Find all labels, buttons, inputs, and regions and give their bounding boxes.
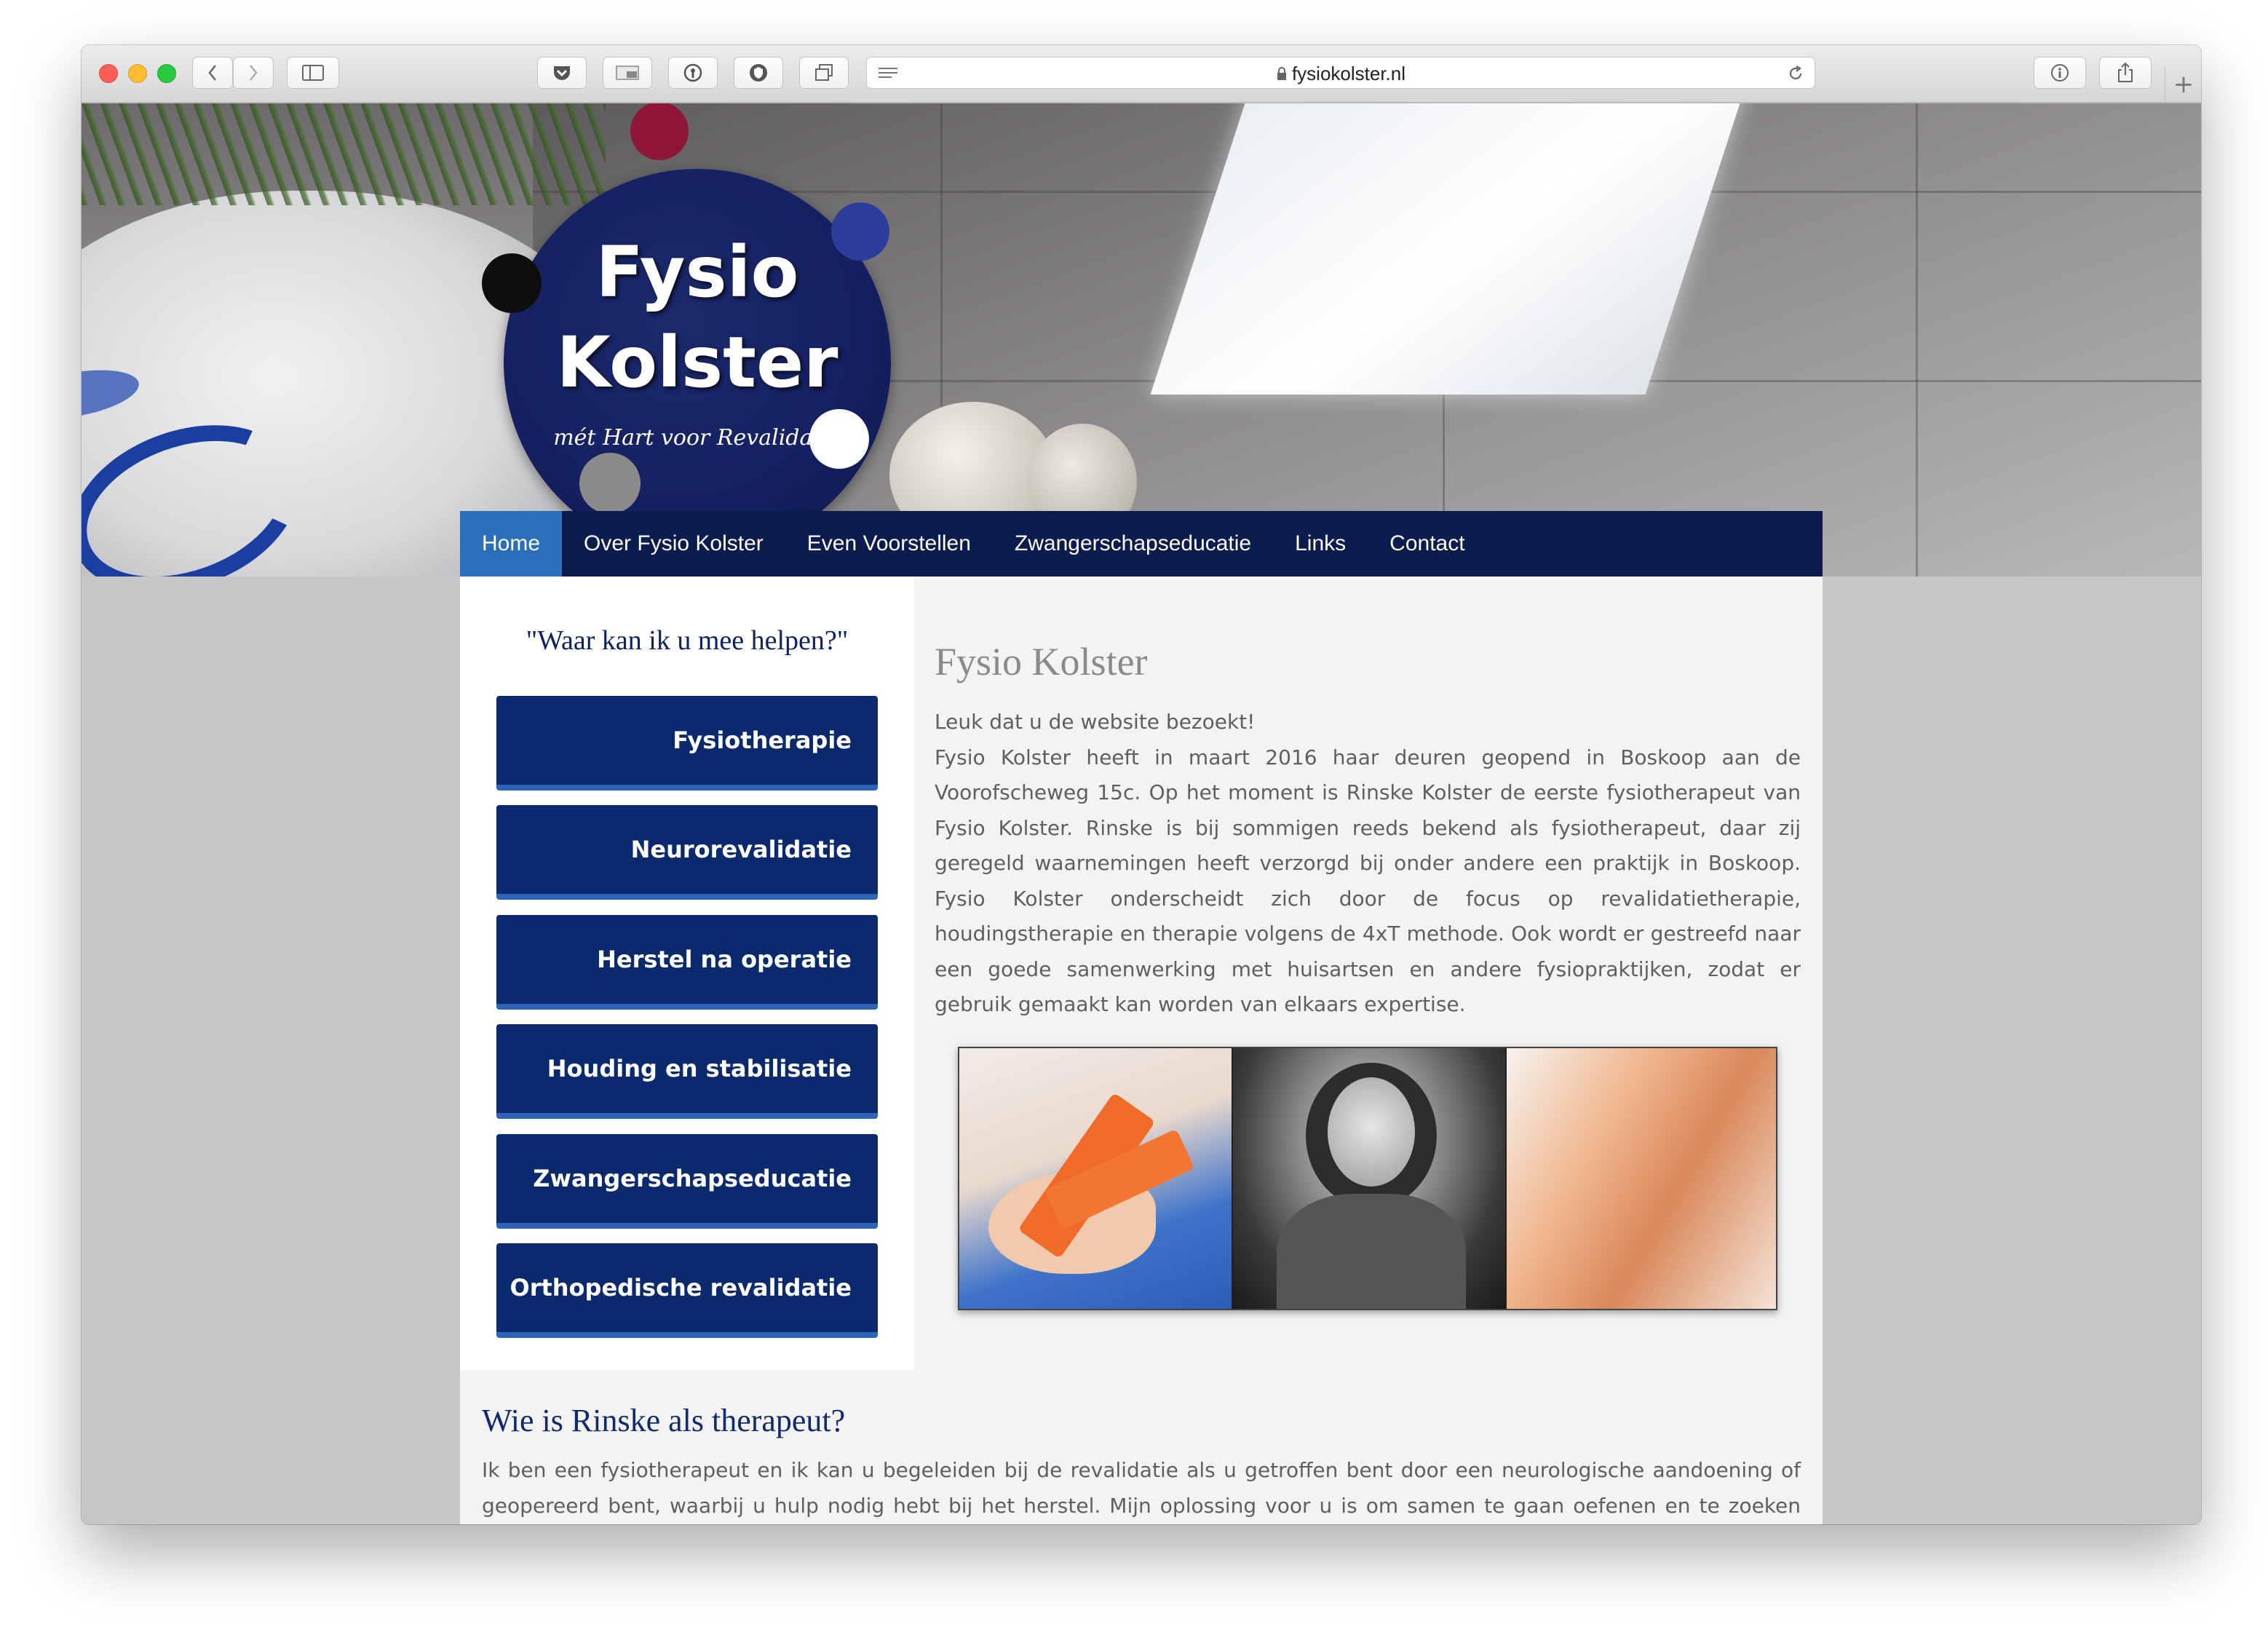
- header-banner: Fysio Kolster mét Hart voor Revalidatie …: [82, 103, 2201, 577]
- plus-icon: +: [2173, 70, 2194, 99]
- address-bar[interactable]: fysiokolster.nl: [866, 57, 1815, 89]
- info-icon: [2051, 64, 2069, 82]
- page-title: Fysio Kolster: [935, 640, 1148, 684]
- nav-item-contact[interactable]: Contact: [1368, 511, 1486, 577]
- nav-item-even-voorstellen[interactable]: Even Voorstellen: [785, 511, 993, 577]
- share-button[interactable]: [2099, 57, 2152, 89]
- key-circle-icon: [683, 63, 702, 82]
- intro-text: Leuk dat u de website bezoekt! Fysio Kol…: [935, 705, 1801, 1023]
- new-tab-button[interactable]: +: [2165, 67, 2201, 102]
- nav-item-zwangerschapseducatie[interactable]: Zwangerschapseducatie: [993, 511, 1273, 577]
- nav-item-home[interactable]: Home: [460, 511, 563, 577]
- sidebar-icon: [302, 65, 324, 81]
- password-extension-button[interactable]: [668, 57, 718, 89]
- main-navigation: Home Over Fysio Kolster Even Voorstellen…: [460, 511, 1823, 577]
- logo-dot-white: [809, 409, 869, 469]
- section-title: Wie is Rinske als therapeut?: [482, 1403, 846, 1438]
- sidebar-title: "Waar kan ik u mee helpen?": [526, 625, 849, 656]
- pocket-icon: [554, 66, 570, 80]
- service-button-herstel-na-operatie[interactable]: Herstel na operatie: [496, 915, 878, 1010]
- zoom-window-button[interactable]: [157, 64, 176, 83]
- tabs-overview-button[interactable]: [799, 57, 849, 89]
- massage-photo: [1507, 1048, 1776, 1309]
- tabs-icon: [815, 64, 833, 81]
- forward-button[interactable]: [233, 57, 274, 89]
- photo-strip: [958, 1047, 1777, 1310]
- page-viewport[interactable]: Fysio Kolster mét Hart voor Revalidatie …: [82, 103, 2201, 1524]
- site-info-button[interactable]: [2034, 57, 2086, 89]
- sidebar-toggle-button[interactable]: [287, 57, 339, 89]
- service-button-houding-en-stabilisatie[interactable]: Houding en stabilisatie: [496, 1024, 878, 1119]
- service-button-neurorevalidatie[interactable]: Neurorevalidatie: [496, 805, 878, 900]
- logo-dot-grey: [579, 453, 641, 514]
- pocket-extension-button[interactable]: [537, 57, 587, 89]
- share-icon: [2118, 62, 2133, 82]
- lock-icon: [1277, 67, 1286, 80]
- email-extension-button[interactable]: [603, 57, 652, 89]
- intro-paragraph: Fysio Kolster heeft in maart 2016 haar d…: [935, 745, 1801, 1017]
- therapist-portrait-photo: [1233, 1048, 1507, 1309]
- logo-dot-black: [482, 253, 542, 313]
- shield-icon: [750, 64, 767, 82]
- nav-item-links[interactable]: Links: [1273, 511, 1368, 577]
- logo-dot-red: [630, 103, 689, 160]
- chevron-right-icon: [250, 65, 258, 81]
- close-window-button[interactable]: [99, 64, 118, 83]
- url-text: fysiokolster.nl: [867, 58, 1815, 90]
- section-paragraph: Ik ben een fysiotherapeut en ik kan u be…: [482, 1458, 1801, 1518]
- url-value: fysiokolster.nl: [1291, 63, 1406, 84]
- service-button-fysiotherapie[interactable]: Fysiotherapie: [496, 696, 878, 791]
- nav-item-over-fysio-kolster[interactable]: Over Fysio Kolster: [562, 511, 785, 577]
- content-area: "Waar kan ik u mee helpen?" Fysiotherapi…: [460, 577, 1823, 1524]
- mail-icon: [616, 66, 639, 80]
- browser-window: fysiokolster.nl + Fysio Kolster mét Hart…: [82, 45, 2201, 1524]
- service-button-zwangerschapseducatie[interactable]: Zwangerschapseducatie: [496, 1134, 878, 1229]
- services-sidebar: "Waar kan ik u mee helpen?" Fysiotherapi…: [460, 577, 914, 1370]
- reload-icon[interactable]: [1787, 65, 1804, 82]
- minimize-window-button[interactable]: [128, 64, 147, 83]
- back-button[interactable]: [192, 57, 233, 89]
- chevron-left-icon: [208, 65, 216, 81]
- logo-dot-blue: [831, 202, 889, 261]
- greeting-text: Leuk dat u de website bezoekt!: [935, 710, 1256, 734]
- plant-image: [82, 103, 606, 205]
- kinesio-tape-photo: [959, 1048, 1233, 1309]
- service-button-orthopedische-revalidatie[interactable]: Orthopedische revalidatie: [496, 1243, 878, 1338]
- browser-toolbar: fysiokolster.nl +: [82, 45, 2201, 103]
- shield-extension-button[interactable]: [734, 57, 783, 89]
- logo-line-2: Kolster: [556, 322, 838, 403]
- section-text: Ik ben een fysiotherapeut en ik kan u be…: [482, 1453, 1801, 1524]
